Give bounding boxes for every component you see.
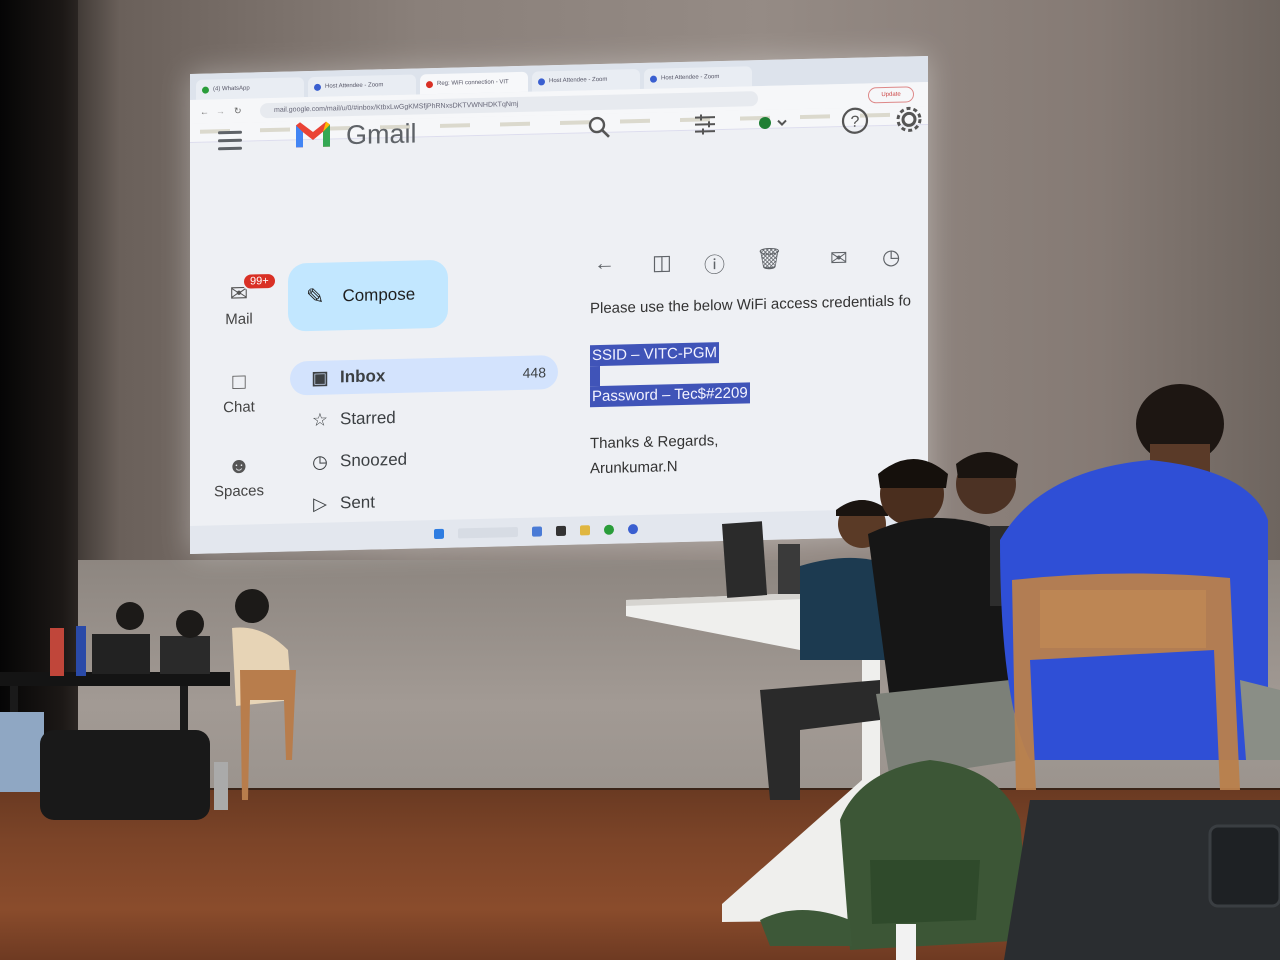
foreground-people-and-furniture [0,384,1280,960]
auditorium-scene: (4) WhatsApp Host Attendee - Zoom Reg: W… [0,0,1280,960]
